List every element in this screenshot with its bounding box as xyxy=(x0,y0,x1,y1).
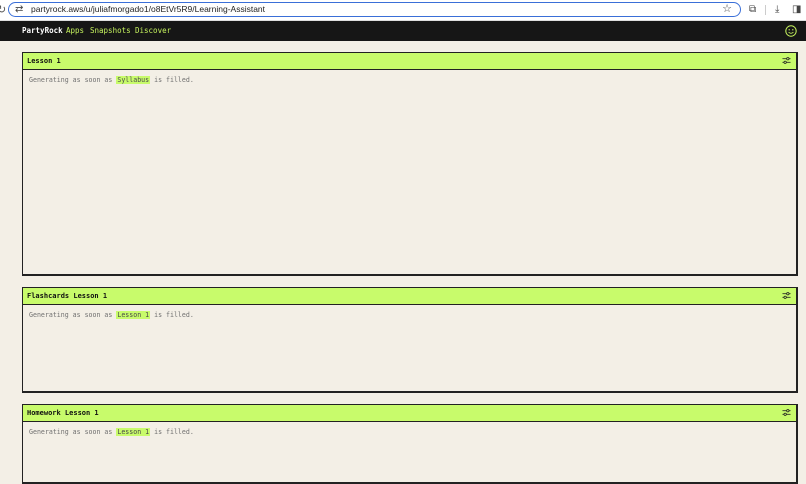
widget-card-flashcards-lesson-1: Flashcards Lesson 1 Generating as soon a… xyxy=(22,287,798,393)
status-prefix: Generating as soon as xyxy=(29,428,113,436)
sliders-settings-icon[interactable] xyxy=(782,291,791,300)
card-body: Generating as soon as Syllabus is filled… xyxy=(23,70,796,90)
user-avatar-smile-icon[interactable] xyxy=(785,25,797,37)
status-suffix: is filled. xyxy=(154,76,194,84)
status-suffix: is filled. xyxy=(154,311,194,319)
site-settings-icon[interactable]: ⇄ xyxy=(15,3,23,16)
extensions-icon[interactable]: ⧉ xyxy=(749,3,756,17)
dependency-chip[interactable]: Lesson 1 xyxy=(116,311,151,319)
card-header: Lesson 1 xyxy=(23,53,796,70)
brand-logo[interactable]: PartyRock xyxy=(22,21,63,41)
app-navbar: PartyRock Apps Snapshots Discover xyxy=(0,21,806,41)
nav-link-discover[interactable]: Discover xyxy=(135,21,171,41)
nav-link-snapshots[interactable]: Snapshots xyxy=(90,21,131,41)
address-bar[interactable]: ⇄ partyrock.aws/u/juliafmorgado1/o8EtVr5… xyxy=(8,2,741,17)
sliders-settings-icon[interactable] xyxy=(782,408,791,417)
widget-card-lesson-1: Lesson 1 Generating as soon as Syllabus … xyxy=(22,52,798,276)
dependency-chip[interactable]: Syllabus xyxy=(116,76,151,84)
card-title: Flashcards Lesson 1 xyxy=(27,292,108,300)
card-body: Generating as soon as Lesson 1 is filled… xyxy=(23,422,796,442)
toolbar-divider xyxy=(765,5,766,15)
sliders-settings-icon[interactable] xyxy=(782,56,791,65)
status-suffix: is filled. xyxy=(154,428,194,436)
browser-toolbar: ↻ ⇄ partyrock.aws/u/juliafmorgado1/o8EtV… xyxy=(0,0,806,21)
reload-icon[interactable]: ↻ xyxy=(0,3,6,17)
dependency-chip[interactable]: Lesson 1 xyxy=(116,428,151,436)
bookmark-star-icon[interactable]: ☆ xyxy=(722,2,732,16)
card-body: Generating as soon as Lesson 1 is filled… xyxy=(23,305,796,325)
card-header: Homework Lesson 1 xyxy=(23,405,796,422)
card-title: Lesson 1 xyxy=(27,57,61,65)
card-title: Homework Lesson 1 xyxy=(27,409,99,417)
status-prefix: Generating as soon as xyxy=(29,76,113,84)
nav-link-apps[interactable]: Apps xyxy=(66,21,84,41)
side-panel-icon[interactable]: ◨ xyxy=(792,3,801,17)
widget-card-homework-lesson-1: Homework Lesson 1 Generating as soon as … xyxy=(22,404,798,484)
download-icon[interactable]: ⤓ xyxy=(775,3,779,17)
status-prefix: Generating as soon as xyxy=(29,311,113,319)
card-header: Flashcards Lesson 1 xyxy=(23,288,796,305)
url-text[interactable]: partyrock.aws/u/juliafmorgado1/o8EtVr5R9… xyxy=(31,3,265,16)
